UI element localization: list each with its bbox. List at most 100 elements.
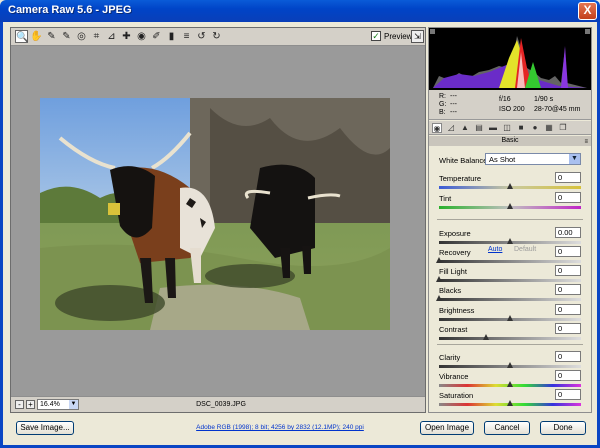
panel-title: Basic — [501, 137, 519, 144]
fill-light-slider[interactable] — [436, 276, 581, 282]
saturation-slider-thumb[interactable] — [507, 400, 513, 406]
auto-link[interactable]: Auto — [488, 246, 502, 253]
adjustments-pane: R: --- G: --- B: --- f/16 1/90 s ISO 200… — [428, 27, 592, 413]
tint-value-input[interactable]: 0 — [555, 192, 581, 203]
panel-menu-icon[interactable]: ≡ — [584, 137, 588, 147]
white-balance-label: White Balance: — [439, 156, 490, 165]
tab-split-toning[interactable]: ▬ — [488, 123, 498, 133]
white-balance-value: As Shot — [489, 155, 516, 164]
color-sampler-tool-icon[interactable]: ✎ — [60, 30, 73, 43]
section-divider — [437, 219, 583, 220]
temperature-slider-thumb[interactable] — [507, 183, 513, 189]
preferences-icon[interactable]: ≡ — [180, 30, 193, 43]
fill-light-value-input[interactable]: 0 — [555, 265, 581, 276]
shutter-speed: 1/90 s — [534, 96, 554, 103]
white-balance-select[interactable]: As Shot ▼ — [485, 153, 581, 165]
blacks-slider[interactable] — [436, 295, 581, 301]
g-value: --- — [450, 101, 457, 108]
preview-checkbox[interactable]: ✓ — [371, 31, 381, 41]
contrast-value-input[interactable]: 0 — [555, 323, 581, 334]
tab-tone-curve[interactable]: ◿ — [446, 123, 456, 133]
focal-length: 28-70@45 mm — [534, 106, 581, 113]
tab-effects[interactable]: ■ — [516, 123, 526, 133]
fill-light-slider-thumb[interactable] — [436, 276, 442, 282]
shadow-clipping-warning-icon[interactable] — [430, 29, 435, 34]
crop-tool-icon[interactable]: ⌗ — [90, 30, 103, 43]
recovery-value-input[interactable]: 0 — [555, 246, 581, 257]
aperture: f/16 — [499, 96, 511, 103]
zoom-out-button[interactable]: - — [15, 400, 24, 409]
temperature-label: Temperature — [439, 174, 482, 183]
brightness-value-input[interactable]: 0 — [555, 304, 581, 315]
workflow-options-link[interactable]: Adobe RGB (1998); 8 bit; 4256 by 2832 (1… — [190, 424, 370, 431]
rotate-ccw-icon[interactable]: ↺ — [195, 30, 208, 43]
tab-lens-corrections[interactable]: ◫ — [502, 123, 512, 133]
saturation-slider[interactable] — [439, 400, 581, 406]
zoom-tool-icon[interactable]: 🔍 — [15, 30, 28, 43]
clarity-slider-thumb[interactable] — [507, 362, 513, 368]
exposure-label: Exposure — [439, 229, 471, 238]
cancel-button[interactable]: Cancel — [484, 421, 530, 435]
photo-preview[interactable] — [40, 98, 390, 330]
hand-tool-icon[interactable]: ✋ — [30, 30, 43, 43]
tab-detail[interactable]: ▲ — [460, 123, 470, 133]
brightness-slider[interactable] — [439, 315, 581, 321]
blacks-value-input[interactable]: 0 — [555, 284, 581, 295]
toolbar: ✓ Preview ⇲ 🔍 ✋ ✎ ✎ ◎ ⌗ ⊿ ✚ ◉ ✐ ▮ ≡ ↺ ↻ — [11, 28, 425, 46]
adjustment-brush-icon[interactable]: ✐ — [150, 30, 163, 43]
straighten-tool-icon[interactable]: ⊿ — [105, 30, 118, 43]
blacks-slider-thumb[interactable] — [436, 295, 442, 301]
iso: ISO 200 — [499, 106, 525, 113]
contrast-slider[interactable] — [439, 334, 581, 340]
zoom-level-select[interactable]: 16.4% ▼ — [37, 399, 79, 410]
recovery-slider[interactable] — [436, 257, 581, 263]
zoom-level-value: 16.4% — [40, 401, 60, 408]
tint-label: Tint — [439, 194, 452, 203]
exposure-value-input[interactable]: 0.00 — [555, 227, 581, 238]
clarity-value-input[interactable]: 0 — [555, 351, 581, 362]
highlight-clipping-warning-icon[interactable] — [585, 29, 590, 34]
temperature-value-input[interactable]: 0 — [555, 172, 581, 183]
red-eye-tool-icon[interactable]: ◉ — [135, 30, 148, 43]
save-image-button[interactable]: Save Image... — [16, 421, 74, 435]
recovery-label: Recovery — [439, 248, 471, 257]
close-button[interactable]: X — [578, 2, 597, 20]
clarity-slider[interactable] — [439, 362, 581, 368]
preview-label: Preview — [384, 32, 413, 41]
exposure-slider-thumb[interactable] — [507, 238, 513, 244]
brightness-slider-thumb[interactable] — [507, 315, 513, 321]
default-link[interactable]: Default — [514, 246, 536, 253]
contrast-slider-thumb[interactable] — [482, 334, 489, 340]
recovery-slider-thumb[interactable] — [436, 257, 442, 263]
tab-snapshots[interactable]: ❐ — [558, 123, 568, 133]
brightness-label: Brightness — [439, 306, 475, 315]
targeted-adjustment-tool-icon[interactable]: ◎ — [75, 30, 88, 43]
tab-camera-calibration[interactable]: ● — [530, 123, 540, 133]
clarity-label: Clarity — [439, 353, 461, 362]
vibrance-slider-thumb[interactable] — [507, 381, 513, 387]
graduated-filter-icon[interactable]: ▮ — [165, 30, 178, 43]
white-balance-tool-icon[interactable]: ✎ — [45, 30, 58, 43]
photo-image — [40, 98, 390, 330]
temperature-slider[interactable] — [439, 183, 581, 189]
rotate-cw-icon[interactable]: ↻ — [210, 30, 223, 43]
tab-basic[interactable]: ◉ — [432, 123, 442, 133]
title-bar[interactable]: Camera Raw 5.6 - JPEG X — [0, 0, 600, 22]
spot-removal-tool-icon[interactable]: ✚ — [120, 30, 133, 43]
vibrance-value-input[interactable]: 0 — [555, 370, 581, 381]
chevron-down-icon: ▼ — [69, 400, 78, 409]
saturation-value-input[interactable]: 0 — [555, 389, 581, 400]
zoom-in-button[interactable]: + — [26, 400, 35, 409]
open-image-button[interactable]: Open Image — [420, 421, 474, 435]
exposure-slider[interactable] — [439, 238, 581, 244]
contrast-label: Contrast — [439, 325, 468, 334]
vibrance-slider[interactable] — [439, 381, 581, 387]
done-button[interactable]: Done — [540, 421, 586, 435]
tab-presets[interactable]: ▦ — [544, 123, 554, 133]
tint-slider-thumb[interactable] — [507, 203, 513, 209]
tab-hsl[interactable]: ▤ — [474, 123, 484, 133]
tint-slider[interactable] — [439, 203, 581, 209]
r-value: --- — [450, 93, 457, 100]
panel-tabs: ◉ ◿ ▲ ▤ ▬ ◫ ■ ● ▦ ❐ — [429, 121, 591, 135]
fullscreen-toggle-button[interactable]: ⇲ — [411, 30, 424, 43]
